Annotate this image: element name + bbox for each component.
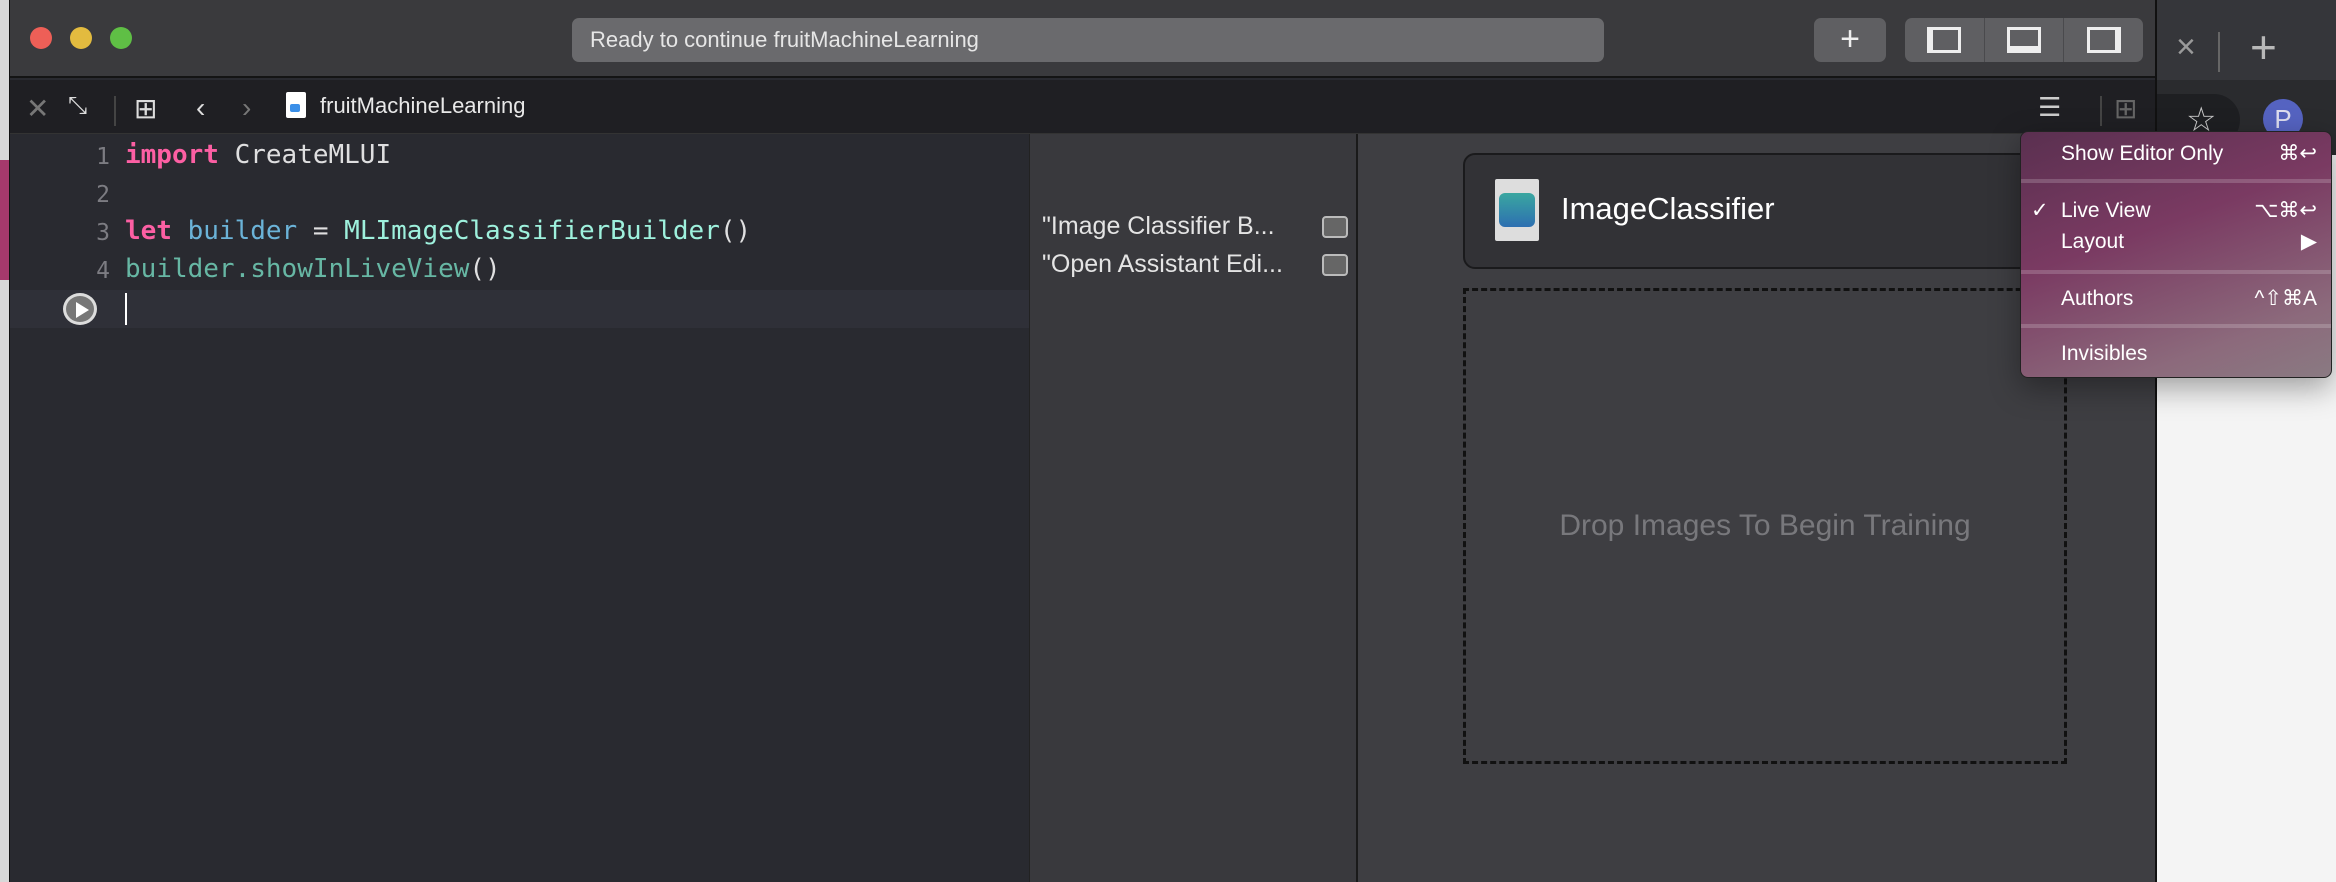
menu-item-label: Invisibles	[2061, 342, 2148, 365]
left-panel-icon	[1927, 27, 1962, 53]
panel-toggle-group	[1905, 18, 2143, 62]
editor-options-icon[interactable]: ☰	[2038, 92, 2061, 123]
editor-options-menu: Show Editor Only ⌘↩ ✓ Live View ⌥⌘↩ Layout ▶…	[2020, 131, 2332, 378]
results-sidebar: "Image Classifier B... "Open Assistant E…	[1029, 134, 1358, 882]
activity-status: Ready to continue fruitMachineLearning	[572, 18, 1604, 62]
code-line: builder.showInLiveView()	[125, 254, 501, 284]
code-token: CreateMLUI	[218, 140, 392, 170]
divider	[2218, 32, 2220, 72]
code-token: let	[125, 216, 172, 246]
menu-item-shortcut: ⌘↩	[2278, 142, 2317, 165]
mlmodel-file-icon	[1495, 179, 1539, 241]
result-value: "Open Assistant Edi...	[1042, 250, 1283, 278]
library-add-button[interactable]: +	[1814, 18, 1886, 62]
right-panel-icon	[2086, 27, 2121, 53]
code-line: import CreateMLUI	[125, 140, 391, 170]
browser-tab-strip	[2140, 0, 2336, 80]
classifier-title: ImageClassifier	[1561, 191, 1775, 226]
code-editor[interactable]	[10, 134, 1029, 882]
text-cursor	[125, 293, 127, 325]
related-items-grid-icon[interactable]: ⊞	[134, 92, 157, 125]
code-token: MLImageClassifierBuilder	[344, 216, 720, 246]
bottom-panel-icon	[2007, 27, 2041, 53]
code-token: ()	[719, 216, 752, 246]
line-number: 1	[96, 144, 110, 170]
zoom-window-button[interactable]	[110, 27, 132, 49]
menu-item-layout[interactable]: Layout ▶	[2021, 225, 2331, 259]
image-drop-zone[interactable]: Drop Images To Begin Training	[1463, 288, 2067, 764]
toggle-navigator-button[interactable]	[1905, 18, 1985, 62]
forward-chevron-icon[interactable]: ›	[242, 92, 251, 124]
menu-item-authors[interactable]: Authors ^⇧⌘A	[2021, 282, 2331, 316]
submenu-arrow-icon: ▶	[2300, 230, 2317, 253]
code-token: =	[297, 216, 345, 246]
code-line: let builder = MLImageClassifierBuilder()	[125, 216, 751, 246]
collapse-icon[interactable]: ⤡	[68, 92, 87, 120]
menu-item-label: Live View	[2061, 199, 2151, 222]
toggle-debug-area-button[interactable]	[1985, 18, 2065, 62]
code-token: builder	[187, 216, 298, 246]
result-value: "Image Classifier B...	[1042, 212, 1275, 240]
browser-tab-close-icon[interactable]: ×	[2176, 28, 2196, 67]
swift-file-icon	[286, 92, 306, 118]
menu-item-label: Show Editor Only	[2061, 142, 2224, 165]
quick-look-button[interactable]	[1322, 216, 1348, 238]
close-window-button[interactable]	[30, 27, 52, 49]
run-play-icon[interactable]	[63, 293, 97, 325]
browser-new-tab-icon[interactable]: +	[2250, 20, 2277, 74]
menu-item-label: Authors	[2061, 287, 2134, 310]
breadcrumb-file[interactable]: fruitMachineLearning	[320, 93, 525, 119]
divider	[114, 96, 116, 126]
menu-item-shortcut: ^⇧⌘A	[2254, 287, 2317, 310]
menu-item-invisibles[interactable]: Invisibles	[2021, 337, 2331, 371]
toggle-inspector-button[interactable]	[2064, 18, 2143, 62]
divider	[2100, 96, 2102, 126]
menu-separator	[2021, 270, 2331, 274]
code-token: showInLiveView	[250, 254, 470, 284]
code-token: import	[125, 140, 219, 170]
line-number: 2	[96, 182, 110, 208]
line-number: 3	[96, 220, 110, 246]
code-token: ()	[469, 254, 501, 284]
drop-instructions: Drop Images To Begin Training	[1559, 509, 1971, 542]
menu-separator	[2021, 324, 2331, 328]
back-chevron-icon[interactable]: ‹	[196, 92, 205, 124]
menu-item-live-view[interactable]: ✓ Live View ⌥⌘↩	[2021, 194, 2331, 228]
menu-separator	[2021, 179, 2331, 183]
minimize-window-button[interactable]	[70, 27, 92, 49]
code-token: builder.	[125, 254, 251, 284]
xcode-window: Ready to continue fruitMachineLearning +…	[9, 0, 2157, 882]
menu-item-shortcut: ⌥⌘↩	[2254, 199, 2317, 222]
menu-item-label: Layout	[2061, 230, 2125, 253]
close-editor-icon[interactable]: ✕	[26, 92, 49, 125]
checkmark-icon: ✓	[2031, 199, 2049, 222]
line-number: 4	[96, 258, 110, 284]
image-classifier-header: ImageClassifier	[1463, 153, 2083, 269]
title-bar: Ready to continue fruitMachineLearning +	[10, 0, 2155, 78]
menu-item-show-editor-only[interactable]: Show Editor Only ⌘↩	[2021, 137, 2331, 171]
current-line-highlight	[10, 290, 1029, 328]
quick-look-button[interactable]	[1322, 254, 1348, 276]
add-editor-icon[interactable]: ⊞	[2114, 92, 2137, 125]
